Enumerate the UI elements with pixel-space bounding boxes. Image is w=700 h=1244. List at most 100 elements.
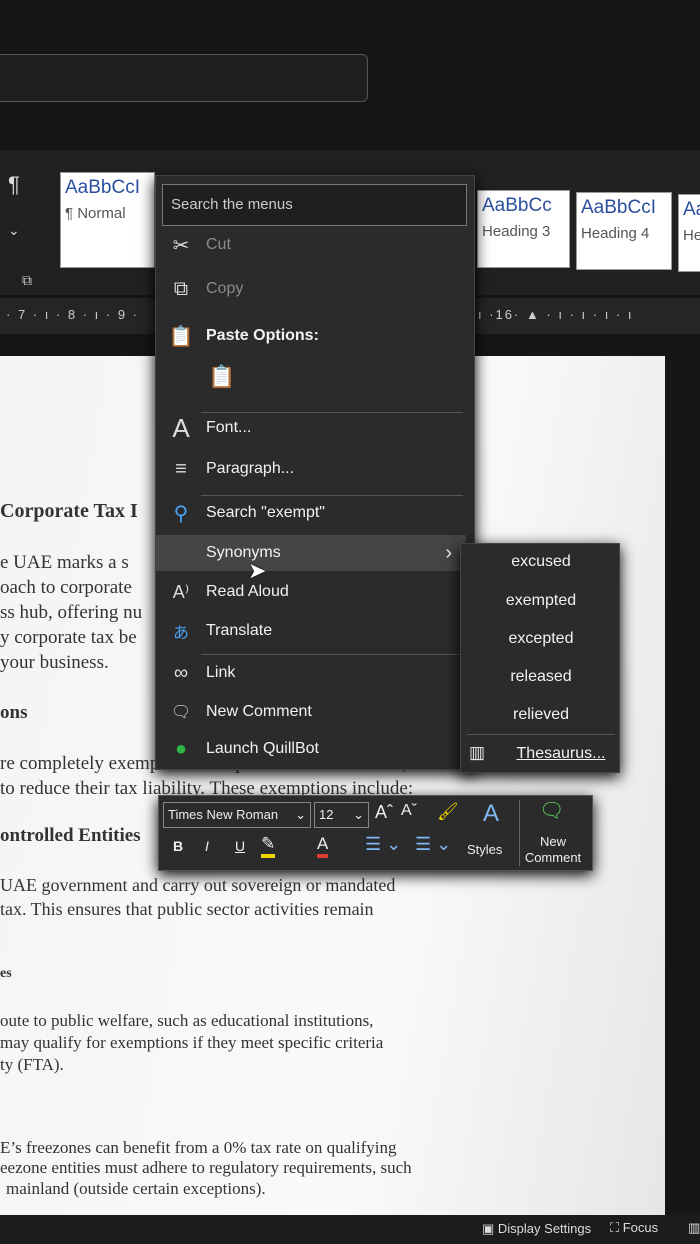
style-heading-5[interactable]: Aa He — [678, 194, 700, 272]
style-name: Heading 3 — [482, 223, 551, 240]
menu-item-new-comment[interactable]: 🗨 New Comment — [156, 694, 466, 730]
paragraph-icon: ≡ — [175, 457, 187, 480]
paste-icon: 📋 — [168, 325, 194, 348]
underline-button[interactable]: U — [235, 838, 245, 854]
menu-item-cut[interactable]: ✂ Cut — [156, 227, 466, 263]
translate-icon: あ — [172, 625, 189, 642]
menu-item-search[interactable]: ⚲ Search "exempt" — [156, 495, 466, 531]
menu-item-label: Read Aloud — [206, 583, 289, 600]
bold-button[interactable]: B — [173, 838, 183, 854]
new-comment-button[interactable]: New Comment — [523, 834, 583, 866]
doc-line: oute to public welfare, such as educatio… — [0, 1011, 374, 1030]
doc-line: your business. — [0, 652, 109, 673]
synonym-item[interactable]: exempted — [461, 592, 621, 610]
doc-line: ty (FTA). — [0, 1055, 64, 1074]
menu-search-input[interactable]: Search the menus — [162, 184, 467, 226]
synonym-item[interactable]: excused — [461, 553, 621, 571]
new-comment-icon[interactable]: 🗨 — [539, 798, 564, 823]
menu-item-paste-options: 📋 Paste Options: — [156, 318, 466, 354]
pilcrow-button[interactable]: ¶ — [8, 172, 20, 198]
style-name: Heading 4 — [581, 225, 650, 242]
style-sample: AaBbCc — [482, 195, 552, 216]
display-settings-button[interactable]: ▣ Display Settings — [482, 1221, 591, 1237]
read-aloud-icon: A⁾ — [172, 581, 190, 602]
font-size-select[interactable]: 12 ⌄ — [314, 802, 369, 828]
link-icon: ∞ — [173, 661, 189, 684]
context-menu: Search the menus ✂ Cut ⧉ Copy 📋 Paste Optio… — [155, 175, 475, 770]
style-name: He — [683, 227, 700, 244]
new-comment-icon: 🗨 — [170, 704, 192, 721]
doc-line: eezone entities must adhere to regulator… — [0, 1158, 412, 1177]
ruler-left-ticks: · 7 · ı · 8 · ı · 9 · — [6, 307, 140, 322]
style-heading-3[interactable]: AaBbCc Heading 3 — [477, 190, 570, 268]
doc-line: UAE government and carry out sovereign o… — [0, 875, 396, 895]
font-name-value: Times New Roman — [168, 807, 279, 822]
focus-icon: ⛶ — [610, 1220, 623, 1235]
menu-item-copy[interactable]: ⧉ Copy — [156, 271, 466, 307]
search-icon: ⚲ — [173, 502, 189, 525]
bullets-icon[interactable]: ☰ ⌄ — [365, 834, 401, 855]
display-settings-label: Display Settings — [497, 1221, 592, 1236]
styles-icon[interactable]: A — [471, 800, 511, 828]
dialog-launcher-icon[interactable]: ⧉ — [22, 272, 32, 289]
ruler-right-ticks: ı ·16· ▲ · ı · ı · ı · ı — [478, 307, 634, 322]
menu-item-label: Search "exempt" — [206, 504, 325, 521]
title-search-box[interactable] — [0, 54, 368, 102]
menu-item-label: New Comment — [206, 703, 312, 720]
menu-item-label: Font... — [206, 419, 252, 436]
menu-item-link[interactable]: ∞ Link — [156, 655, 466, 691]
synonyms-submenu: excused exempted excepted released relie… — [460, 543, 620, 773]
font-color-icon[interactable]: A — [317, 834, 329, 858]
shrink-font-icon[interactable]: Aˇ — [401, 802, 417, 820]
menu-item-launch-quillbot[interactable]: ● Launch QuillBot — [156, 731, 466, 767]
menu-item-synonyms[interactable]: Synonyms › — [156, 535, 466, 571]
format-painter-icon[interactable]: 🖌 — [437, 802, 459, 822]
thesaurus-item[interactable]: Thesaurus... — [481, 745, 641, 763]
display-settings-icon: ▣ — [482, 1221, 498, 1236]
numbering-icon[interactable]: ☰ ⌄ — [415, 834, 451, 855]
style-normal[interactable]: AaBbCcI ¶ Normal — [60, 172, 155, 268]
style-heading-4[interactable]: AaBbCcI Heading 4 — [576, 192, 672, 270]
menu-item-label: Translate — [206, 622, 273, 639]
synonym-item[interactable]: excepted — [461, 630, 621, 648]
cut-icon: ✂ — [172, 234, 190, 257]
doc-line: may qualify for exemptions if they meet … — [0, 1033, 384, 1052]
menu-item-translate[interactable]: あ Translate — [156, 613, 466, 649]
paste-keep-text-button[interactable]: 📋 — [208, 364, 235, 390]
font-name-select[interactable]: Times New Roman ⌄ — [163, 802, 311, 828]
doc-heading: ontrolled Entities — [0, 825, 141, 846]
synonym-item[interactable]: relieved — [461, 706, 621, 724]
menu-item-read-aloud[interactable]: A⁾ Read Aloud — [156, 574, 466, 610]
copy-icon: ⧉ — [173, 277, 189, 300]
style-sample: AaBbCcI — [581, 197, 656, 218]
doc-line: mainland (outside certain exceptions). — [6, 1179, 266, 1198]
focus-button[interactable]: ⛶ Focus — [610, 1220, 658, 1236]
style-sample: Aa — [683, 199, 700, 220]
doc-line: e UAE marks a s — [0, 552, 129, 573]
italic-button[interactable]: I — [205, 838, 209, 854]
doc-line: E’s freezones can benefit from a 0% tax … — [0, 1138, 397, 1157]
status-bar: ▣ Display Settings ⛶ Focus ▥ — [0, 1215, 700, 1244]
highlight-icon[interactable]: ✎ — [261, 834, 276, 858]
menu-item-font[interactable]: A Font... — [156, 410, 466, 446]
toolbar-divider — [519, 800, 520, 866]
menu-item-paragraph[interactable]: ≡ Paragraph... — [156, 451, 466, 487]
chevron-down-icon: ⌄ — [295, 807, 306, 822]
menu-item-label: Paste Options: — [206, 327, 319, 344]
grow-font-icon[interactable]: Aˆ — [375, 802, 393, 823]
doc-heading: Corporate Tax I — [0, 500, 138, 522]
chevron-down-icon[interactable]: ⌄ — [8, 222, 20, 239]
quillbot-icon: ● — [174, 737, 188, 760]
font-icon: A — [172, 412, 190, 443]
menu-item-label: Paragraph... — [206, 460, 295, 477]
view-icon[interactable]: ▥ — [688, 1220, 700, 1236]
menu-item-label: Copy — [206, 280, 244, 297]
styles-button[interactable]: Styles — [467, 842, 502, 857]
doc-heading: es — [0, 966, 12, 981]
doc-line: y corporate tax be — [0, 627, 137, 648]
mini-toolbar: Times New Roman ⌄ 12 ⌄ Aˆ Aˇ 🖌 B I U ✎ A … — [158, 795, 593, 871]
doc-line: oach to corporate — [0, 577, 132, 598]
focus-label: Focus — [622, 1220, 659, 1235]
synonym-item[interactable]: released — [461, 668, 621, 686]
doc-line: ss hub, offering nu — [0, 602, 143, 623]
